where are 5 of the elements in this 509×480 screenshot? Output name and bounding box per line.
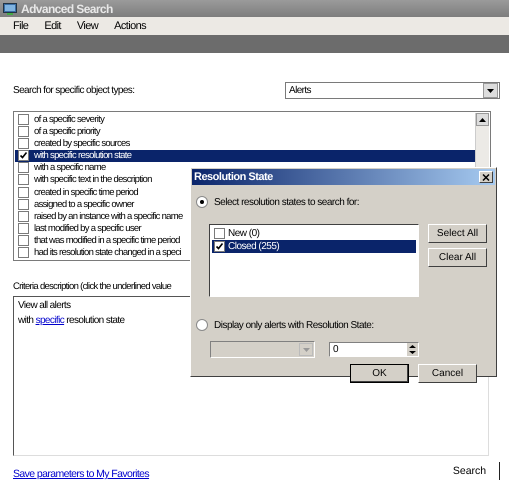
window-title: Advanced Search xyxy=(21,2,113,16)
description-text: View all alerts xyxy=(18,299,72,313)
dialog-title: Resolution State xyxy=(194,171,273,183)
field-label: Search for specific object types: xyxy=(13,85,136,96)
field-label: Criteria description (click the underlined value xyxy=(13,281,172,294)
